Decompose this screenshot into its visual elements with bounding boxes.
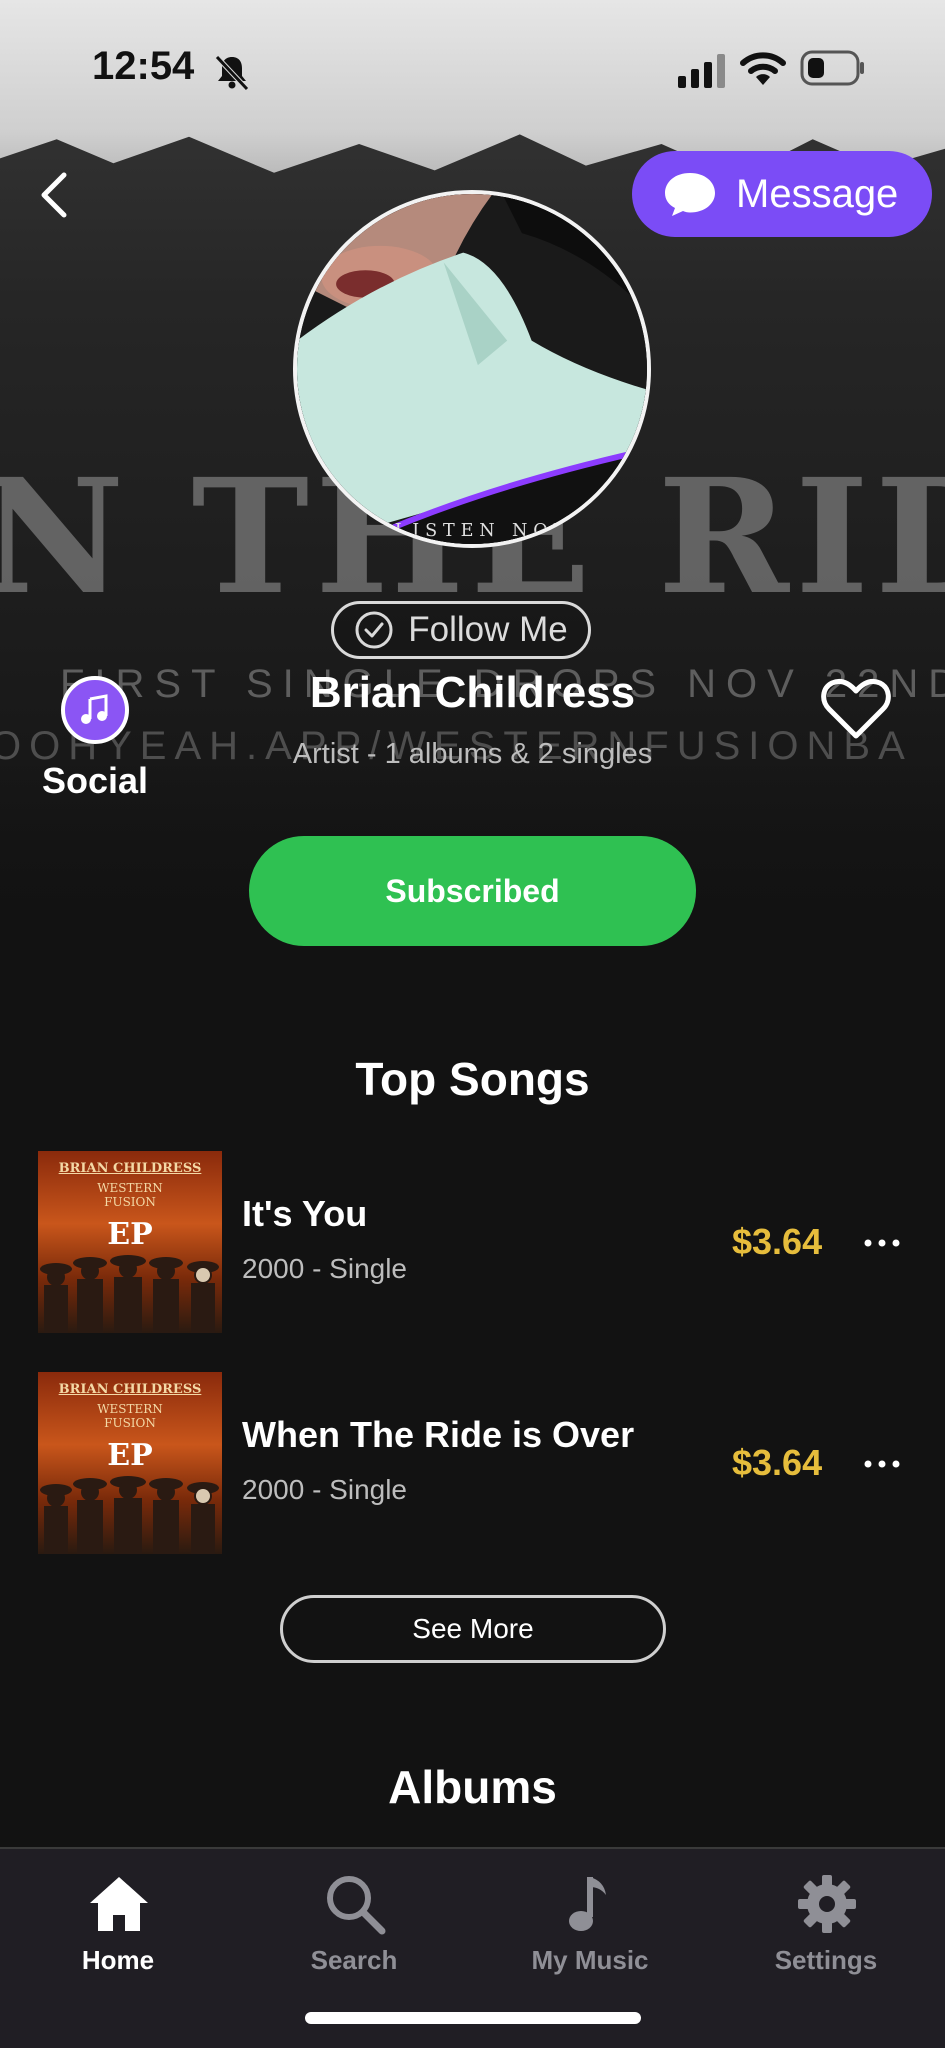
bell-muted-icon [215, 55, 249, 91]
artist-name: Brian Childress [309, 668, 636, 717]
art-artist: BRIAN CHILDRESS [58, 1161, 202, 1176]
tab-search[interactable]: Search [236, 1849, 472, 1989]
art-badge: EP [107, 1438, 153, 1473]
song-row[interactable]: BRIAN CHILDRESS WESTERN FUSION EP It's Yo… [38, 1151, 918, 1333]
art-artist: BRIAN CHILDRESS [58, 1382, 202, 1397]
tab-label: Settings [774, 1945, 878, 1975]
tab-settings[interactable]: Settings [708, 1849, 944, 1989]
follow-button[interactable]: Follow Me [331, 601, 591, 659]
artist-meta: Artist - 1 albums & 2 singles [292, 738, 653, 770]
art-line: WESTERN FUSION [97, 1181, 163, 1209]
song-meta: 2000 - Single [242, 1474, 408, 1505]
top-songs-title: Top Songs [355, 1053, 590, 1105]
tab-label: Search [310, 1945, 398, 1975]
search-icon [327, 1876, 386, 1935]
back-button[interactable] [30, 165, 80, 225]
tab-label: My Music [531, 1945, 649, 1975]
tab-label: Home [81, 1945, 155, 1975]
more-options-icon[interactable] [862, 1452, 902, 1476]
message-button[interactable]: Message [632, 151, 932, 237]
more-options-icon[interactable] [862, 1231, 902, 1255]
wifi-icon [740, 52, 786, 85]
song-price[interactable]: $3.64 [732, 1442, 822, 1484]
song-title: It's You [242, 1193, 368, 1234]
band-silhouettes [40, 1255, 219, 1333]
battery-icon [800, 50, 864, 86]
band-silhouettes [40, 1476, 219, 1554]
artist-avatar: LISTEN NOW [293, 190, 651, 548]
song-title: When The Ride is Over [242, 1414, 635, 1455]
avatar-photo: LISTEN NOW [297, 194, 647, 544]
gear-icon [798, 1875, 856, 1933]
follow-label: Follow Me [408, 610, 568, 649]
home-indicator [305, 2012, 641, 2024]
song-artwork: BRIAN CHILDRESS WESTERN FUSION EP [38, 1372, 222, 1554]
status-time: 12:54 [92, 44, 195, 88]
tab-home[interactable]: Home [0, 1849, 236, 1989]
check-circle-icon [355, 611, 393, 649]
heart-icon[interactable] [820, 676, 892, 742]
albums-title: Albums [388, 1761, 557, 1813]
tab-my-music[interactable]: My Music [472, 1849, 708, 1989]
art-badge: EP [107, 1217, 153, 1252]
message-label: Message [736, 171, 899, 216]
chat-bubble-icon [665, 173, 715, 216]
song-artwork: BRIAN CHILDRESS WESTERN FUSION EP [38, 1151, 222, 1333]
subscribed-button[interactable]: Subscribed [249, 836, 696, 946]
art-line: WESTERN FUSION [97, 1402, 163, 1430]
music-note-icon [569, 1877, 606, 1931]
see-more-button[interactable]: See More [280, 1595, 666, 1663]
song-price[interactable]: $3.64 [732, 1221, 822, 1263]
song-meta: 2000 - Single [242, 1253, 408, 1284]
song-row[interactable]: BRIAN CHILDRESS WESTERN FUSION EP When Th… [38, 1372, 918, 1554]
home-icon [90, 1877, 148, 1931]
signal-icon [678, 54, 725, 88]
